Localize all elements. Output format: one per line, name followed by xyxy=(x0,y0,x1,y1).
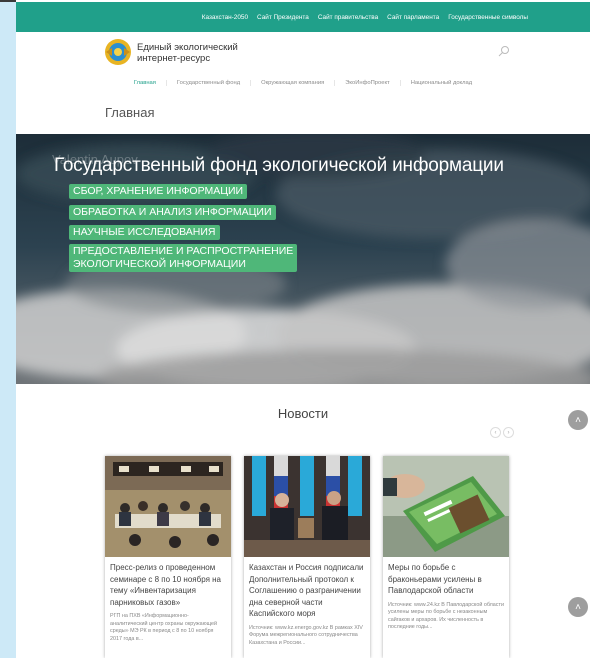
page: Казахстан-2050 Сайт Президента Сайт прав… xyxy=(16,0,590,658)
site-header: Единый экологический интернет-ресурс xyxy=(16,32,590,74)
chevron-up-icon: ˄ xyxy=(575,601,581,613)
chevron-up-icon: ˄ xyxy=(575,414,581,426)
news-section-title: Новости xyxy=(277,406,329,421)
hero-pill-collection[interactable]: СБОР, ХРАНЕНИЕ ИНФОРМАЦИИ xyxy=(69,184,248,199)
top-link-state-symbols[interactable]: Государственные символы xyxy=(448,14,528,21)
hero-pill-research[interactable]: НАУЧНЫЕ ИССЛЕДОВАНИЯ xyxy=(69,225,220,240)
news-card-excerpt: РГП на ПХВ «Информационно-аналитический … xyxy=(110,613,218,642)
main-nav: Главная Государственный фонд Окружающая … xyxy=(16,74,590,91)
emblem-logo[interactable] xyxy=(104,38,132,66)
top-links: Казахстан-2050 Сайт Президента Сайт прав… xyxy=(202,2,528,32)
top-link-president[interactable]: Сайт Президента xyxy=(257,14,309,21)
hero-pill-label: ОБРАБОТКА И АНАЛИЗ ИНФОРМАЦИИ xyxy=(73,206,272,218)
nav-item-home[interactable]: Главная xyxy=(124,79,167,86)
top-link-kazakhstan-2050[interactable]: Казахстан-2050 xyxy=(202,14,248,21)
news-card[interactable]: Пресс-релиз о проведенном семинаре с 8 п… xyxy=(105,456,231,658)
nav-item-ecoinfoproject[interactable]: ЭкоИнфоПроект xyxy=(335,79,401,86)
hero-pill-label: НАУЧНЫЕ ИССЛЕДОВАНИЯ xyxy=(73,226,216,238)
top-bar: Казахстан-2050 Сайт Президента Сайт прав… xyxy=(16,2,590,32)
carousel-prev-button[interactable]: ‹ xyxy=(490,427,501,438)
news-card[interactable]: Меры по борьбе с браконьерами усилены в … xyxy=(383,456,509,658)
news-card-excerpt: Источник: www.kz.energo.gov.kz В рамках … xyxy=(249,624,363,646)
news-card-title[interactable]: Казахстан и Россия подписали Дополнитель… xyxy=(244,557,370,620)
news-card[interactable]: Казахстан и Россия подписали Дополнитель… xyxy=(244,456,370,658)
nav-item-national-report[interactable]: Национальный доклад xyxy=(401,80,482,86)
site-name-line2: интернет-ресурс xyxy=(137,53,211,64)
news-carousel-controls: ‹ › xyxy=(490,427,514,438)
hero-banner: Valentin Aupov Государственный фонд экол… xyxy=(16,134,590,384)
scroll-up-button[interactable]: ˄ xyxy=(568,410,588,430)
news-card-image[interactable] xyxy=(105,456,231,557)
top-link-government[interactable]: Сайт правительства xyxy=(318,14,378,21)
news-card-title[interactable]: Меры по борьбе с браконьерами усилены в … xyxy=(383,557,509,597)
hero-pill-processing[interactable]: ОБРАБОТКА И АНАЛИЗ ИНФОРМАЦИИ xyxy=(69,205,276,220)
hero-title: Государственный фонд экологической инфор… xyxy=(54,155,504,176)
nav-item-state-fund[interactable]: Государственный фонд xyxy=(167,79,252,86)
carousel-next-button[interactable]: › xyxy=(503,427,514,438)
hero-pill-label-2: ЭКОЛОГИЧЕСКОЙ ИНФОРМАЦИИ xyxy=(73,258,246,270)
hero-pill-label: ПРЕДОСТАВЛЕНИЕ И РАСПРОСТРАНЕНИЕ xyxy=(73,245,294,257)
search-icon[interactable] xyxy=(496,44,512,60)
scroll-up-button-bottom[interactable]: ˄ xyxy=(568,597,588,617)
news-card-excerpt: Источник: www.24.kz В Павлодарской облас… xyxy=(388,601,504,631)
page-title: Главная xyxy=(105,105,155,120)
news-card-image[interactable] xyxy=(383,456,509,557)
top-link-parliament[interactable]: Сайт парламента xyxy=(387,14,439,21)
news-card-image[interactable] xyxy=(244,456,370,557)
site-name-line1: Единый экологический xyxy=(137,42,238,53)
news-card-title[interactable]: Пресс-релиз о проведенном семинаре с 8 п… xyxy=(105,557,231,608)
nav-item-environment[interactable]: Окружающая компания xyxy=(251,79,336,86)
site-name[interactable]: Единый экологический интернет-ресурс xyxy=(137,42,238,64)
hero-pill-label: СБОР, ХРАНЕНИЕ ИНФОРМАЦИИ xyxy=(73,185,244,197)
hero-pill-distribution[interactable]: ПРЕДОСТАВЛЕНИЕ И РАСПРОСТРАНЕНИЕ ЭКОЛОГИ… xyxy=(69,244,298,272)
